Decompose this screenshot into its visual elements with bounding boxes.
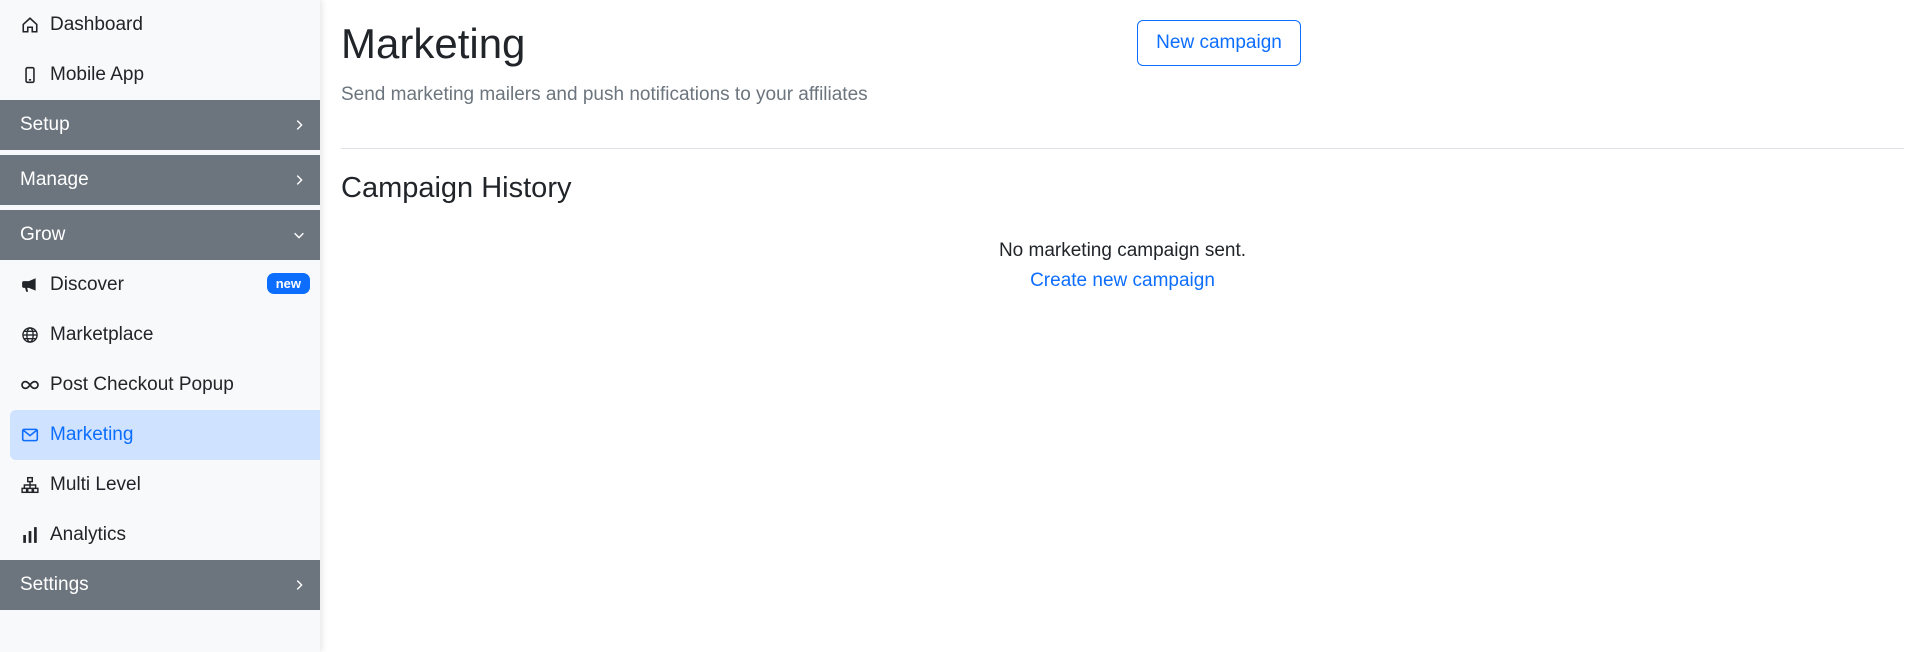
- sidebar-item-label: Multi Level: [50, 474, 141, 495]
- sidebar-item-mobile-app[interactable]: Mobile App: [0, 50, 320, 100]
- phone-icon: [20, 65, 40, 85]
- empty-state-action: Create new campaign: [341, 270, 1904, 292]
- chevron-down-icon: [292, 228, 306, 242]
- sidebar-section-settings[interactable]: Settings: [0, 560, 320, 610]
- create-new-campaign-link[interactable]: Create new campaign: [1030, 270, 1215, 291]
- divider: [341, 148, 1904, 149]
- sidebar-item-analytics[interactable]: Analytics: [0, 510, 320, 560]
- empty-state-text: No marketing campaign sent.: [998, 240, 1247, 261]
- bar-chart-icon: [20, 525, 40, 545]
- sidebar-item-post-checkout-popup[interactable]: Post Checkout Popup: [0, 360, 320, 410]
- sidebar: Dashboard Mobile App Setup Manage Grow D…: [0, 0, 320, 652]
- sidebar-section-grow[interactable]: Grow: [0, 210, 320, 260]
- chevron-right-icon: [292, 173, 306, 187]
- sidebar-item-label: Marketing: [50, 424, 134, 445]
- sidebar-item-marketing[interactable]: Marketing: [10, 410, 320, 460]
- section-label: Grow: [20, 224, 66, 245]
- section-label: Manage: [20, 169, 89, 190]
- new-campaign-button[interactable]: New campaign: [1137, 20, 1301, 66]
- sidebar-item-label: Discover: [50, 274, 124, 295]
- sidebar-item-label: Mobile App: [50, 64, 145, 85]
- chevron-right-icon: [292, 118, 306, 132]
- megaphone-icon: [20, 275, 40, 295]
- envelope-icon: [20, 425, 40, 445]
- campaign-history-heading: Campaign History: [341, 172, 572, 204]
- section-label: Settings: [20, 574, 89, 595]
- sidebar-item-label: Analytics: [50, 524, 127, 545]
- sidebar-section-setup[interactable]: Setup: [0, 100, 320, 150]
- sidebar-item-label: Dashboard: [50, 14, 143, 35]
- sidebar-item-discover[interactable]: Discover new: [0, 260, 320, 310]
- sidebar-item-label: Marketplace: [50, 324, 154, 345]
- new-badge: new: [266, 273, 310, 294]
- diagram-icon: [20, 475, 40, 495]
- house-icon: [20, 15, 40, 35]
- sidebar-item-multi-level[interactable]: Multi Level: [0, 460, 320, 510]
- section-label: Setup: [20, 114, 70, 135]
- sidebar-item-label: Post Checkout Popup: [50, 374, 234, 395]
- chevron-right-icon: [292, 578, 306, 592]
- sidebar-item-marketplace[interactable]: Marketplace: [0, 310, 320, 360]
- sidebar-item-dashboard[interactable]: Dashboard: [0, 0, 320, 50]
- main-content: Marketing Send marketing mailers and pus…: [341, 0, 1912, 652]
- globe-icon: [20, 325, 40, 345]
- page-title: Marketing: [341, 20, 526, 67]
- page-subtitle: Send marketing mailers and push notifica…: [341, 84, 868, 105]
- sidebar-section-manage[interactable]: Manage: [0, 155, 320, 205]
- infinity-icon: [20, 375, 40, 395]
